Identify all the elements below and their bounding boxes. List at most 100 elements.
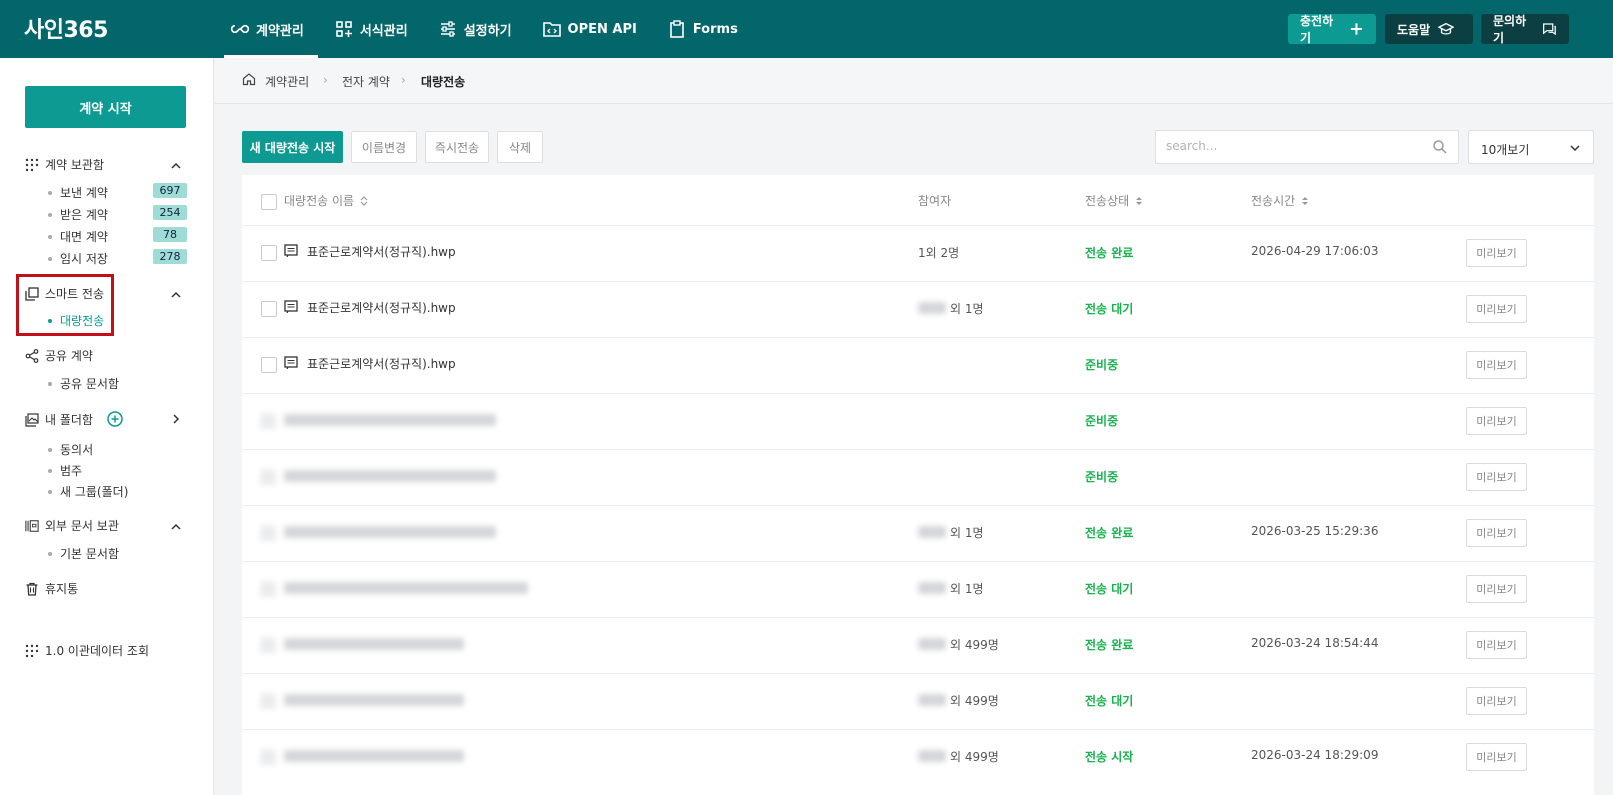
sidebar-item-folder[interactable]: 범주 xyxy=(48,462,82,479)
inquiry-button[interactable]: 문의하기 xyxy=(1481,14,1569,45)
chevron-up-icon[interactable] xyxy=(170,160,182,172)
search-box xyxy=(1155,130,1459,164)
chevron-up-icon[interactable] xyxy=(170,521,182,533)
sidebar-section-my-folders[interactable]: 내 폴더함 xyxy=(25,411,93,428)
row-checkbox[interactable] xyxy=(261,301,277,317)
nav-form-management[interactable]: 서식관리 xyxy=(322,0,422,58)
main-nav: 계약관리 서식관리 설정하기 OPEN API Forms xyxy=(218,0,756,58)
document-icon xyxy=(284,356,298,370)
table-row[interactable]: 준비중 미리보기 xyxy=(242,449,1594,505)
bulk-send-name[interactable]: 표준근로계약서(정규직).hwp xyxy=(307,355,456,372)
preview-button[interactable]: 미리보기 xyxy=(1466,519,1527,547)
sidebar-item-default-docs[interactable]: 기본 문서함 xyxy=(48,545,119,562)
preview-button[interactable]: 미리보기 xyxy=(1466,351,1527,379)
preview-button[interactable]: 미리보기 xyxy=(1466,743,1527,771)
sidebar-item-shared-docs[interactable]: 공유 문서함 xyxy=(48,375,119,392)
sidebar-legacy-data[interactable]: 1.0 이관데이터 조회 xyxy=(25,642,149,659)
count-badge: 78 xyxy=(153,227,187,242)
sidebar-item-received[interactable]: 받은 계약 xyxy=(48,206,108,223)
redacted-checkbox xyxy=(260,581,276,597)
new-bulk-send-button[interactable]: 새 대량전송 시작 xyxy=(242,131,343,163)
sidebar-section-storage[interactable]: 계약 보관함 xyxy=(25,156,104,173)
item-label: 받은 계약 xyxy=(60,208,108,222)
chevron-down-icon xyxy=(1570,145,1580,152)
table-row[interactable]: 외 1명 전송 완료 2026-03-25 15:29:36 미리보기 xyxy=(242,505,1594,561)
sidebar-item-folder[interactable]: 새 그룹(폴더) xyxy=(48,483,128,500)
nav-open-api[interactable]: OPEN API xyxy=(530,0,651,58)
table-row[interactable]: 외 499명 전송 완료 2026-03-24 18:54:44 미리보기 xyxy=(242,617,1594,673)
preview-button[interactable]: 미리보기 xyxy=(1466,687,1527,715)
send-status: 전송 대기 xyxy=(1085,302,1134,316)
add-folder-icon[interactable] xyxy=(107,411,123,427)
table-row[interactable]: 외 499명 전송 대기 미리보기 xyxy=(242,673,1594,729)
column-header-name[interactable]: 대량전송 이름 xyxy=(284,192,368,209)
table-row[interactable]: 외 499명 전송 시작 2026-03-24 18:29:09 미리보기 xyxy=(242,729,1594,785)
sidebar-item-bulk-send[interactable]: 대량전송 xyxy=(48,312,104,329)
item-label: 공유 문서함 xyxy=(60,377,120,391)
preview-button[interactable]: 미리보기 xyxy=(1466,239,1527,267)
search-input[interactable] xyxy=(1166,139,1416,153)
send-time: 2026-03-25 15:29:36 xyxy=(1251,524,1379,538)
table-row[interactable]: 준비중 미리보기 xyxy=(242,393,1594,449)
sidebar-item-in-person[interactable]: 대면 계약 xyxy=(48,228,108,245)
redacted-checkbox xyxy=(260,469,276,485)
bulk-send-name[interactable]: 표준근로계약서(정규직).hwp xyxy=(307,299,456,316)
redacted-name xyxy=(284,694,464,706)
table-row[interactable]: 표준근로계약서(정규직).hwp 외 1명 전송 대기 미리보기 xyxy=(242,281,1594,337)
preview-button[interactable]: 미리보기 xyxy=(1466,631,1527,659)
column-header-time[interactable]: 전송시간 xyxy=(1251,192,1309,209)
preview-button[interactable]: 미리보기 xyxy=(1466,575,1527,603)
item-label: 동의서 xyxy=(60,443,94,457)
count-badge: 254 xyxy=(153,205,187,220)
select-all-checkbox[interactable] xyxy=(261,194,277,210)
app-logo[interactable]: 사인365 xyxy=(24,12,108,44)
sidebar-item-sent[interactable]: 보낸 계약 xyxy=(48,184,108,201)
rename-button[interactable]: 이름변경 xyxy=(351,131,417,163)
bullet xyxy=(48,212,52,217)
chevron-right-icon[interactable] xyxy=(170,413,182,425)
charge-label: 충전하기 xyxy=(1300,14,1334,45)
table-row[interactable]: 표준근로계약서(정규직).hwp 준비중 미리보기 xyxy=(242,337,1594,393)
sidebar-item-drafts[interactable]: 임시 저장 xyxy=(48,250,108,267)
chevron-up-icon[interactable] xyxy=(170,289,182,301)
breadcrumb-item[interactable]: 계약관리 xyxy=(265,73,309,90)
section-title: 계약 보관함 xyxy=(45,158,105,172)
delete-button[interactable]: 삭제 xyxy=(497,131,543,163)
redacted-participant xyxy=(918,582,946,594)
grid-plus-icon xyxy=(336,21,352,37)
nav-settings[interactable]: 설정하기 xyxy=(426,0,526,58)
sidebar-section-shared[interactable]: 공유 계약 xyxy=(25,347,93,364)
nav-label: 계약관리 xyxy=(256,23,304,39)
search-icon[interactable] xyxy=(1432,139,1448,155)
nav-contract-management[interactable]: 계약관리 xyxy=(218,0,318,58)
table-row[interactable]: 표준근로계약서(정규직).hwp 1외 2명 전송 완료 2026-04-29 17:… xyxy=(242,225,1594,281)
redacted-checkbox xyxy=(260,413,276,429)
send-now-button[interactable]: 즉시전송 xyxy=(425,131,489,163)
nav-forms[interactable]: Forms xyxy=(655,0,752,58)
redacted-participant xyxy=(918,526,946,538)
preview-button[interactable]: 미리보기 xyxy=(1466,463,1527,491)
home-icon[interactable] xyxy=(242,72,256,86)
document-icon xyxy=(284,300,298,314)
redacted-participant xyxy=(918,694,946,706)
sidebar-section-external[interactable]: 외부 문서 보관 xyxy=(25,517,119,534)
preview-button[interactable]: 미리보기 xyxy=(1466,295,1527,323)
row-checkbox[interactable] xyxy=(261,245,277,261)
sidebar-trash[interactable]: 휴지통 xyxy=(25,580,78,597)
table-row[interactable]: 외 1명 전송 대기 미리보기 xyxy=(242,561,1594,617)
share-icon xyxy=(25,348,39,363)
column-header-status[interactable]: 전송상태 xyxy=(1085,192,1143,209)
help-button[interactable]: 도움말 xyxy=(1385,14,1473,44)
breadcrumb-item[interactable]: 전자 계약 xyxy=(342,73,390,90)
sidebar-section-smart-send[interactable]: 스마트 전송 xyxy=(25,285,104,302)
send-status: 준비중 xyxy=(1085,414,1119,428)
page-size-select[interactable]: 10개보기 xyxy=(1468,130,1594,164)
charge-button[interactable]: 충전하기 xyxy=(1288,14,1376,45)
sidebar-item-folder[interactable]: 동의서 xyxy=(48,441,93,458)
chat-icon xyxy=(1543,23,1556,36)
bullet xyxy=(48,489,52,494)
preview-button[interactable]: 미리보기 xyxy=(1466,407,1527,435)
start-contract-button[interactable]: 계약 시작 xyxy=(25,86,186,128)
bulk-send-name[interactable]: 표준근로계약서(정규직).hwp xyxy=(307,243,456,260)
row-checkbox[interactable] xyxy=(261,357,277,373)
